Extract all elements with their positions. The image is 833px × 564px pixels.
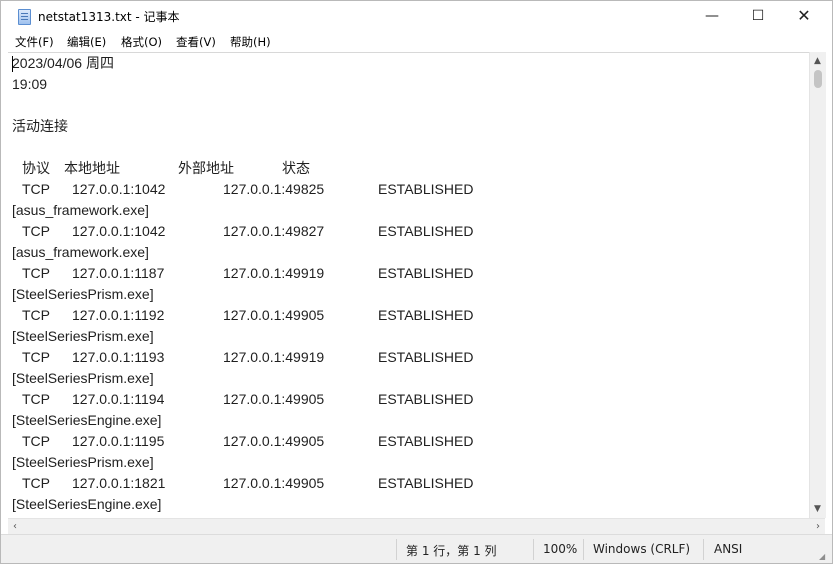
encoding: ANSI [714,542,743,556]
table-header: 协议 本地地址 外部地址 状态 [12,158,310,179]
header-state: 状态 [282,160,310,176]
scroll-down-icon[interactable]: ▼ [814,504,821,514]
connection-row: TCP 127.0.0.1:1194 127.0.0.1:49905 ESTAB… [22,391,474,407]
connection-row: TCP 127.0.0.1:1042 127.0.0.1:49825 ESTAB… [22,181,474,197]
scroll-left-icon[interactable]: ‹ [13,521,17,532]
menu-view[interactable]: 查看(V) [176,34,216,50]
connection-row: TCP 127.0.0.1:1193 127.0.0.1:49919 ESTAB… [22,349,474,365]
maximize-icon[interactable]: ☐ [735,1,781,31]
status-separator [396,539,397,560]
menu-bar: 文件(F) 编辑(E) 格式(O) 查看(V) 帮助(H) [1,31,832,52]
line-ending: Windows (CRLF) [593,542,691,556]
minimize-icon[interactable]: — [689,1,735,31]
process-line: [SteelSeriesPrism.exe] [12,286,154,302]
process-line: [asus_framework.exe] [12,244,149,260]
menu-edit[interactable]: 编辑(E) [67,34,106,50]
connection-row: TCP 127.0.0.1:1042 127.0.0.1:49827 ESTAB… [22,223,474,239]
scroll-right-icon[interactable]: › [816,521,820,532]
horizontal-scrollbar[interactable]: ‹ › [8,518,825,535]
notepad-window: netstat1313.txt - 记事本 — ☐ ✕ 文件(F) 编辑(E) … [0,0,833,564]
header-foreign: 外部地址 [178,160,234,176]
cursor-position: 第 1 行，第 1 列 [406,544,497,558]
date-line: 2023/04/06 周四 [12,55,114,71]
text-editor[interactable]: 2023/04/06 周四 19:09 活动连接 协议 本地地址 外部地址 状态… [8,52,809,519]
header-protocol: 协议 [22,160,50,176]
vertical-scroll-thumb[interactable] [814,70,822,88]
notepad-app-icon [18,9,31,25]
connection-row: TCP 127.0.0.1:1192 127.0.0.1:49905 ESTAB… [22,307,474,323]
connection-row: TCP 127.0.0.1:1195 127.0.0.1:49905 ESTAB… [22,433,474,449]
status-bar: 第 1 行，第 1 列 100% Windows (CRLF) ANSI ◢ [1,534,832,563]
status-separator [533,539,534,560]
title-bar[interactable]: netstat1313.txt - 记事本 — ☐ ✕ [1,1,832,31]
status-separator [703,539,704,560]
header-local: 本地地址 [64,160,120,176]
zoom-level: 100% [543,542,578,556]
connection-row: TCP 127.0.0.1:1187 127.0.0.1:49919 ESTAB… [22,265,474,281]
process-line: [SteelSeriesPrism.exe] [12,370,154,386]
process-line: [SteelSeriesPrism.exe] [12,454,154,470]
process-line: [SteelSeriesEngine.exe] [12,496,162,512]
process-line: [asus_framework.exe] [12,202,149,218]
resize-grip-icon[interactable]: ◢ [819,552,828,561]
time-line: 19:09 [12,76,48,92]
menu-format[interactable]: 格式(O) [121,34,162,50]
connection-row: TCP 127.0.0.1:1821 127.0.0.1:49905 ESTAB… [22,475,474,491]
scroll-up-icon[interactable]: ▲ [814,56,821,66]
menu-help[interactable]: 帮助(H) [230,34,271,50]
window-title: netstat1313.txt - 记事本 [38,10,180,24]
process-line: [SteelSeriesEngine.exe] [12,412,162,428]
vertical-scrollbar[interactable]: ▲ ▼ [809,52,826,518]
process-line: [SteelSeriesPrism.exe] [12,328,154,344]
section-title: 活动连接 [12,118,68,134]
status-separator [583,539,584,560]
menu-file[interactable]: 文件(F) [15,34,54,50]
close-icon[interactable]: ✕ [781,1,827,31]
